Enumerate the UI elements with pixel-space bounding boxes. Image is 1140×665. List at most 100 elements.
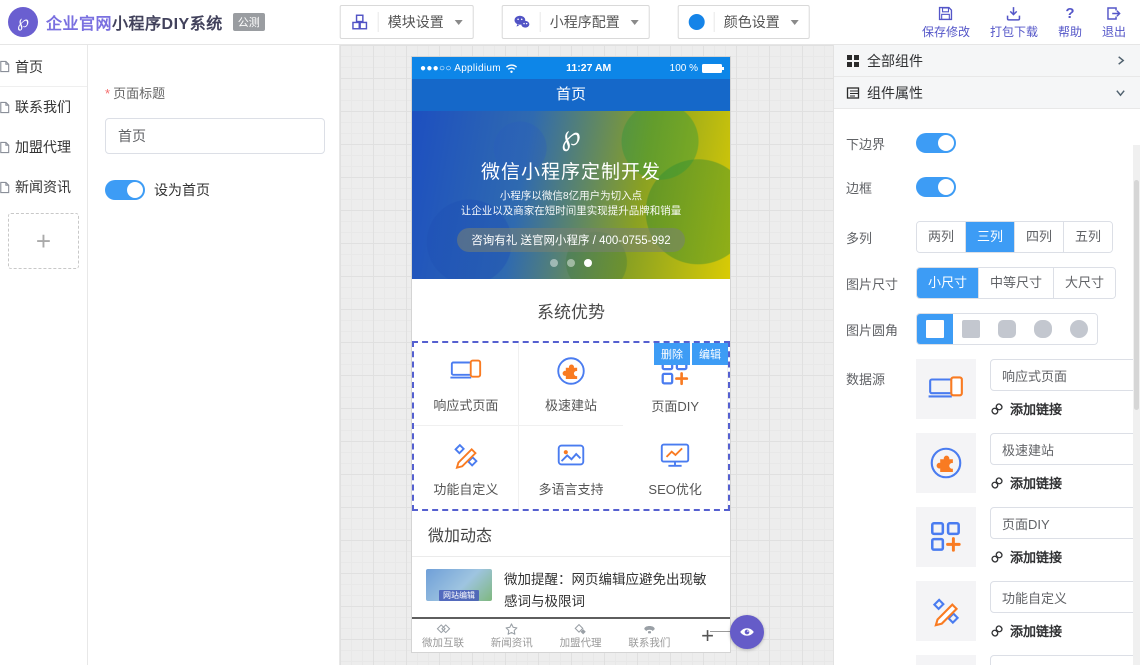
save-label: 保存修改 — [922, 23, 970, 40]
add-page-button[interactable]: + — [8, 213, 79, 269]
miniprogram-config-menu[interactable]: 小程序配置 — [502, 5, 650, 39]
datasource-icon-box[interactable] — [916, 433, 976, 493]
delete-button[interactable]: 删除 — [654, 343, 690, 365]
add-link-button[interactable]: 添加链接 — [990, 473, 1140, 492]
pencil-icon — [927, 592, 965, 630]
download-button[interactable]: 打包下载 — [990, 5, 1038, 40]
columns-option-2[interactable]: 两列 — [917, 222, 965, 252]
image-size-segmented-control: 小尺寸 中等尺寸 大尺寸 — [916, 267, 1116, 299]
image-size-medium[interactable]: 中等尺寸 — [978, 268, 1053, 298]
set-home-toggle[interactable] — [105, 180, 145, 200]
chevron-right-icon — [1115, 55, 1126, 66]
datasource-item-partial — [916, 655, 1140, 665]
exit-button[interactable]: 退出 — [1102, 5, 1126, 40]
toggle-knob — [938, 179, 954, 195]
required-mark: * — [105, 86, 110, 101]
tab-agency[interactable]: 加盟代理 — [560, 622, 602, 649]
square-shape-icon — [926, 320, 944, 338]
all-components-header[interactable]: 全部组件 — [834, 45, 1140, 77]
app-title-secondary: 小程序DIY系统 — [112, 16, 223, 33]
feature-cell-seo[interactable]: SEO优化 — [623, 426, 728, 509]
columns-option-4[interactable]: 四列 — [1014, 222, 1063, 252]
radius-option-slight[interactable] — [953, 314, 989, 344]
datasource-title-input[interactable] — [990, 507, 1140, 539]
scrollbar-thumb[interactable] — [1134, 180, 1139, 410]
page-icon — [0, 181, 11, 194]
hero-banner[interactable]: ℘ 微信小程序定制开发 小程序以微信8亿用户为切入点 让企业以及商家在短时间里实… — [412, 111, 730, 279]
header-actions: 保存修改 打包下载 帮助 退出 — [922, 5, 1140, 40]
news-item[interactable]: 网站编辑 微加提醒：网页编辑应避免出现敏感词与极限词 — [412, 557, 730, 617]
radius-option-large[interactable] — [1025, 314, 1061, 344]
carousel-dots — [412, 259, 730, 267]
phone-tab-bar: 微加互联 新闻资讯 加盟代理 联系我们 + — [412, 619, 730, 652]
image-size-large[interactable]: 大尺寸 — [1053, 268, 1115, 298]
add-link-button[interactable]: 添加链接 — [990, 621, 1140, 640]
datasource-icon-box[interactable] — [916, 359, 976, 419]
sidebar-item-contact[interactable]: 联系我们 — [0, 87, 87, 127]
help-button[interactable]: 帮助 — [1058, 5, 1082, 40]
border-toggle[interactable] — [916, 177, 956, 197]
datasource-fields: 添加链接 — [990, 507, 1140, 567]
columns-option-5[interactable]: 五列 — [1063, 222, 1112, 252]
color-circle-icon — [689, 14, 705, 30]
link-icon — [990, 476, 1004, 490]
pencil-icon — [449, 438, 483, 472]
app-title-primary: 企业官网 — [46, 16, 112, 33]
tab-contact[interactable]: 联系我们 — [628, 622, 670, 649]
module-settings-menu[interactable]: 模块设置 — [340, 5, 474, 39]
datasource-icon-box[interactable] — [916, 507, 976, 567]
phone-handset-icon — [641, 622, 658, 637]
component-properties-header[interactable]: 组件属性 — [834, 77, 1140, 109]
carousel-dot[interactable] — [567, 259, 575, 267]
download-icon — [1005, 5, 1022, 22]
battery-indicator: 100 % — [670, 63, 722, 74]
feature-cell-multilang[interactable]: 多语言支持 — [519, 426, 624, 509]
help-label: 帮助 — [1058, 23, 1082, 40]
properties-list-icon — [846, 86, 860, 100]
color-settings-menu[interactable]: 颜色设置 — [678, 5, 810, 39]
wifi-icon — [505, 63, 518, 74]
datasource-title-input[interactable] — [990, 433, 1140, 465]
inspector-scrollbar[interactable] — [1133, 145, 1140, 665]
feature-grid-selected-component[interactable]: 删除 编辑 响应式页面 极速建站 页面DIY — [412, 341, 730, 511]
bottom-border-toggle[interactable] — [916, 133, 956, 153]
datasource-title-input[interactable] — [990, 581, 1140, 613]
image-size-small-selected[interactable]: 小尺寸 — [917, 268, 978, 298]
page-title-input[interactable] — [105, 118, 325, 154]
sidebar-item-news[interactable]: 新闻资讯 — [0, 167, 87, 207]
page-title-label-text: 页面标题 — [113, 86, 165, 101]
seo-monitor-icon — [658, 438, 692, 472]
hero-subtitle-line1: 小程序以微信8亿用户为切入点 — [412, 189, 730, 204]
radius-option-medium[interactable] — [989, 314, 1025, 344]
save-button[interactable]: 保存修改 — [922, 5, 970, 40]
feature-cell-custom[interactable]: 功能自定义 — [414, 426, 519, 509]
add-link-button[interactable]: 添加链接 — [990, 399, 1140, 418]
datasource-title-input[interactable] — [990, 655, 1140, 665]
feature-label: 页面DIY — [651, 396, 699, 415]
tab-news[interactable]: 新闻资讯 — [491, 622, 533, 649]
carousel-dot-active[interactable] — [584, 259, 592, 267]
datasource-icon-box[interactable] — [916, 655, 976, 665]
app-title: 企业官网小程序DIY系统 — [46, 10, 223, 34]
carousel-dot[interactable] — [550, 259, 558, 267]
edit-button[interactable]: 编辑 — [692, 343, 728, 365]
feature-cell-responsive[interactable]: 响应式页面 — [414, 343, 519, 426]
feature-cell-fast-build[interactable]: 极速建站 — [519, 343, 624, 426]
rounded-shape-icon — [998, 320, 1016, 338]
datasource-icon-box[interactable] — [916, 581, 976, 641]
sidebar-item-agency[interactable]: 加盟代理 — [0, 127, 87, 167]
radius-option-circle[interactable] — [1061, 314, 1097, 344]
chevron-down-icon — [1115, 87, 1126, 98]
tab-brand[interactable]: 微加互联 — [422, 622, 464, 649]
datasource-title-input[interactable] — [990, 359, 1140, 391]
sidebar-item-home[interactable]: 首页 — [0, 47, 87, 87]
columns-option-3-selected[interactable]: 三列 — [965, 222, 1014, 252]
add-link-button[interactable]: 添加链接 — [990, 547, 1140, 566]
preview-eye-button[interactable] — [730, 615, 764, 649]
inspector-panel: 全部组件 组件属性 下边界 边框 多列 两列 三列 四列 — [833, 45, 1140, 665]
beta-badge: 公测 — [233, 13, 265, 31]
caret-down-icon — [631, 20, 639, 25]
phone-preview: ●●●○○ Applidium 11:27 AM 100 % 首页 ℘ 微信小程… — [412, 57, 730, 652]
radius-option-square-selected[interactable] — [917, 314, 953, 344]
add-tab-button[interactable]: + — [697, 623, 718, 649]
